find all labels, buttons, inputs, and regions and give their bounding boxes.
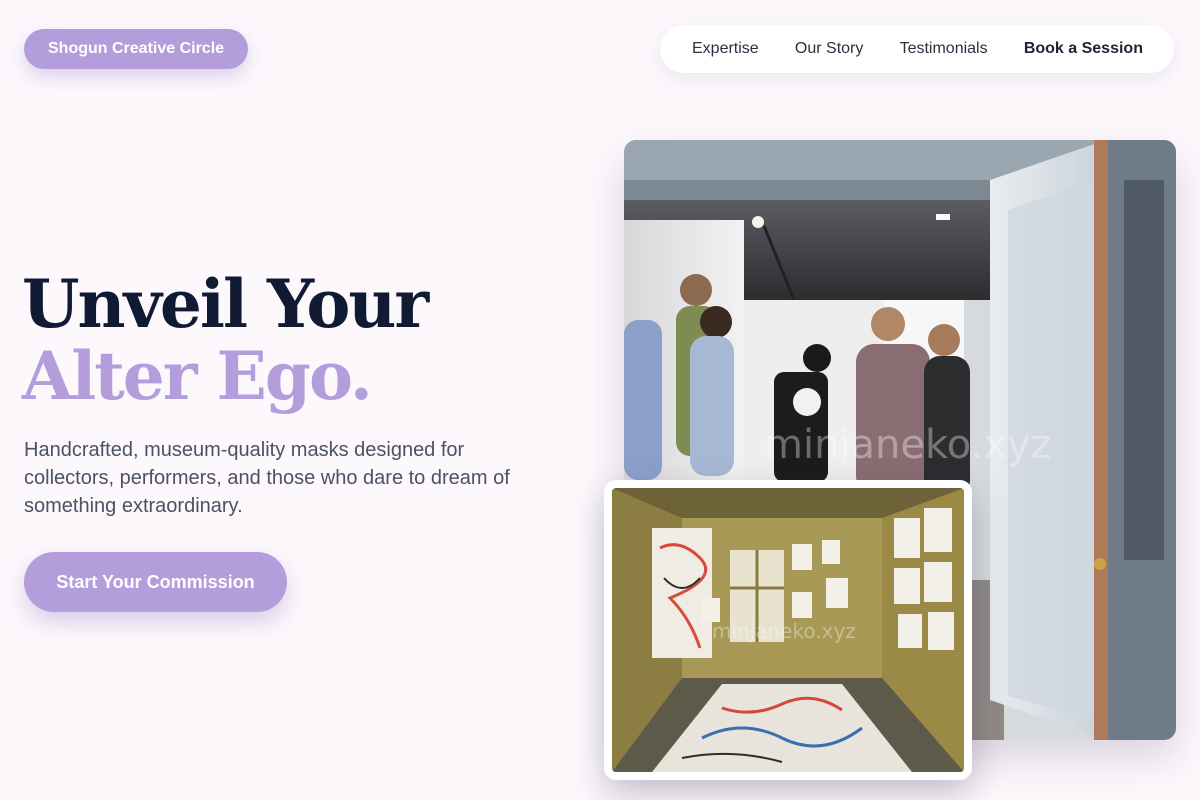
hero-headline-line1: Unveil Your: [22, 265, 429, 343]
studio-photo-card: minjaneko.xyz: [604, 480, 972, 780]
nav-link-testimonials[interactable]: Testimonials: [900, 40, 988, 58]
top-nav: Expertise Our Story Testimonials Book a …: [660, 25, 1174, 73]
start-commission-button[interactable]: Start Your Commission: [24, 552, 287, 612]
nav-link-expertise[interactable]: Expertise: [692, 40, 759, 58]
studio-photo-illustration: minjaneko.xyz: [612, 488, 964, 772]
brand-logo-pill[interactable]: Shogun Creative Circle: [24, 29, 249, 69]
studio-photo: minjaneko.xyz: [612, 488, 964, 772]
nav-link-our-story[interactable]: Our Story: [795, 40, 863, 58]
landing-page: Shogun Creative Circle Expertise Our Sto…: [0, 0, 1200, 800]
hero-headline-line2: Alter Ego.: [22, 337, 373, 415]
studio-photo-watermark: minjaneko.xyz: [712, 619, 856, 643]
gallery-photo-watermark: minjaneko.xyz: [764, 422, 1052, 468]
nav-link-book-session[interactable]: Book a Session: [1024, 40, 1143, 58]
hero-subcopy: Handcrafted, museum-quality masks design…: [24, 439, 510, 517]
hero-headline: Unveil Your Alter Ego.: [22, 265, 429, 415]
